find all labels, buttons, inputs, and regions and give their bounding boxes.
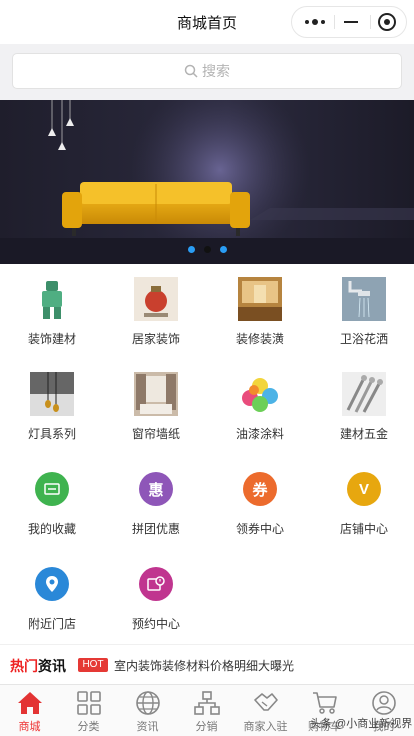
home-decor-icon	[134, 277, 178, 321]
close-miniprogram-button[interactable]	[368, 7, 406, 37]
hot-badge: HOT	[78, 658, 108, 672]
tab-news[interactable]: 资讯	[118, 685, 177, 736]
category-label: 装修装潢	[235, 332, 284, 346]
navigation-bar: 商城首页	[0, 0, 414, 44]
booking-icon	[139, 567, 173, 601]
shower-icon	[342, 277, 386, 321]
category-label: 卫浴花洒	[339, 332, 388, 346]
category-label: 拼团优惠	[131, 522, 180, 536]
search-input[interactable]: 搜索	[12, 53, 402, 89]
carousel-dot[interactable]	[219, 246, 227, 253]
more-dots-icon	[305, 19, 325, 25]
renovation-icon	[238, 277, 282, 321]
minus-icon	[344, 21, 358, 23]
tab-home[interactable]: 商城	[0, 685, 59, 736]
tab-label: 商城	[18, 721, 41, 733]
category-item[interactable]: 卫浴花洒	[312, 264, 414, 359]
category-label: 灯具系列	[27, 427, 76, 441]
minimize-button[interactable]	[332, 7, 370, 37]
user-icon	[372, 691, 396, 715]
category-item[interactable]: 装饰建材	[0, 264, 104, 359]
category-label: 居家装饰	[131, 332, 180, 346]
carousel-indicator	[0, 246, 414, 253]
category-grid-icon	[77, 691, 101, 715]
news-tag-hot: 热门	[10, 658, 38, 674]
tab-label: 资讯	[136, 721, 159, 733]
tab-label: 商家入驻	[243, 721, 288, 733]
category-label: 我的收藏	[27, 522, 76, 536]
category-item[interactable]: 油漆涂料	[208, 359, 312, 454]
category-label: 店铺中心	[339, 522, 388, 536]
category-item[interactable]: V 店铺中心	[312, 454, 414, 549]
banner-carousel[interactable]	[0, 100, 414, 264]
nearby-store-icon	[35, 567, 69, 601]
paint-icon	[242, 378, 278, 412]
category-label: 装饰建材	[27, 332, 76, 346]
tab-distribution[interactable]: 分销	[177, 685, 236, 736]
home-icon	[18, 692, 42, 714]
news-headline[interactable]: 室内装饰装修材料价格明细大曝光	[114, 657, 294, 674]
category-label: 预约中心	[131, 617, 180, 631]
category-item[interactable]: 灯具系列	[0, 359, 104, 454]
globe-icon	[136, 691, 160, 715]
tab-label: 分销	[195, 721, 218, 733]
search-area: 搜索	[0, 44, 414, 100]
hot-news-bar[interactable]: 热门资讯 HOT 室内装饰装修材料价格明细大曝光	[0, 644, 414, 684]
category-item[interactable]: 附近门店	[0, 549, 104, 644]
category-item[interactable]: 装修装潢	[208, 264, 312, 359]
target-circle-icon	[378, 13, 396, 31]
handshake-icon	[254, 693, 278, 711]
category-label: 附近门店	[27, 617, 76, 631]
decor-materials-icon	[42, 281, 62, 319]
banner-image	[0, 100, 414, 264]
cart-icon	[313, 692, 337, 714]
category-item[interactable]: 预约中心	[104, 549, 208, 644]
category-item[interactable]: 窗帘墙纸	[104, 359, 208, 454]
news-tag-info: 资讯	[38, 658, 66, 674]
curtain-icon	[134, 372, 178, 416]
category-item[interactable]: 惠 拼团优惠	[104, 454, 208, 549]
search-placeholder: 搜索	[202, 63, 230, 79]
carousel-dot[interactable]	[187, 246, 195, 253]
tab-label: 分类	[77, 721, 100, 733]
group-deal-icon: 惠	[139, 472, 173, 506]
carousel-dot-active[interactable]	[203, 246, 211, 253]
more-menu-button[interactable]	[296, 7, 334, 37]
mini-program-capsule	[291, 6, 407, 38]
tab-merchant-join[interactable]: 商家入驻	[236, 685, 295, 736]
category-item[interactable]: 居家装饰	[104, 264, 208, 359]
category-label: 窗帘墙纸	[131, 427, 180, 441]
category-label: 建材五金	[339, 427, 388, 441]
coupon-icon: 券	[243, 472, 277, 506]
hardware-icon	[342, 372, 386, 416]
tab-category[interactable]: 分类	[59, 685, 118, 736]
news-tag: 热门资讯	[10, 656, 66, 676]
watermark-text: 头条 @小商业新视界	[310, 718, 413, 730]
category-item[interactable]: 券 领券中心	[208, 454, 312, 549]
lamp-icon	[30, 372, 74, 416]
search-icon	[184, 64, 198, 78]
category-label: 领券中心	[235, 522, 284, 536]
favorites-icon	[35, 472, 69, 506]
category-item[interactable]: 建材五金	[312, 359, 414, 454]
category-label: 油漆涂料	[235, 427, 284, 441]
network-icon	[194, 691, 220, 715]
store-icon: V	[347, 472, 381, 506]
category-item[interactable]: 我的收藏	[0, 454, 104, 549]
